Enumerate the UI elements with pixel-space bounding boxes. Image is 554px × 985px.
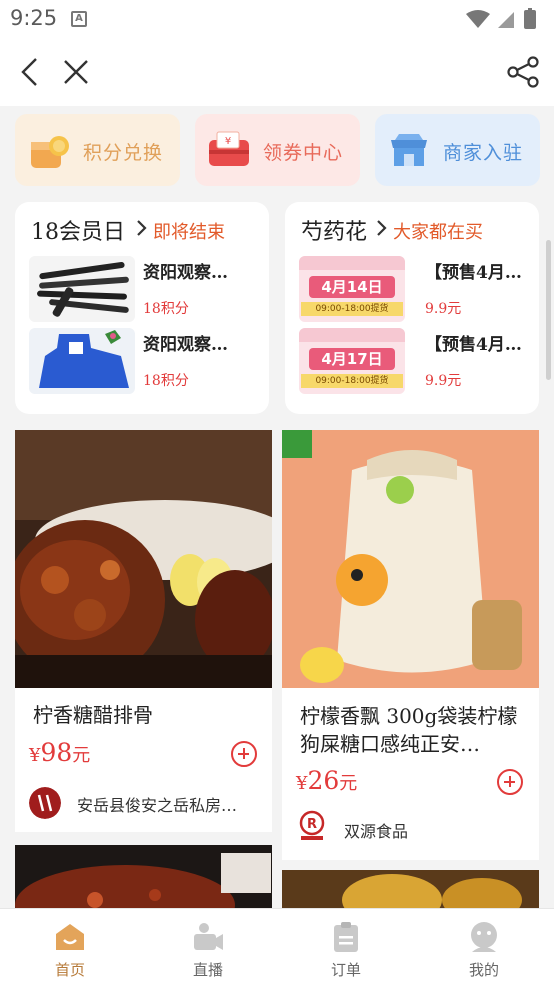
promo-item-name: 【预售4月… (425, 263, 522, 283)
merchant-join-label: 商家入驻 (443, 142, 524, 164)
product-title: 柠香糖醋排骨 (33, 703, 153, 727)
food-image-partial (15, 845, 272, 908)
currency: ¥ (29, 745, 41, 766)
back-icon[interactable] (12, 54, 48, 90)
promo-item-name: 资阳观察… (143, 335, 228, 355)
bottom-tab-bar: 首页 直播 订单 我的 (0, 908, 554, 985)
promo-item-price: 18积分 (143, 373, 189, 389)
tab-label: 直播 (192, 961, 223, 979)
promo-item-name: 【预售4月… (425, 335, 522, 355)
apron-image (29, 328, 135, 394)
shortcut-tiles: 积分兑换 ¥ 领券中心 商家入驻 (0, 106, 554, 198)
notification-icon: A (71, 11, 87, 27)
share-icon[interactable] (505, 54, 541, 90)
price-value: 26 (307, 766, 340, 795)
status-time: 9:25 (10, 6, 58, 30)
product-price: ¥98元 (29, 738, 90, 767)
shop-name: 双源食品 (344, 822, 409, 841)
shop-logo: R (299, 810, 325, 840)
gift-icon (31, 136, 69, 168)
promo-subtitle: 即将结束 (153, 222, 225, 243)
peony-poster-image: 4月14日 09:00-18:00提货 (299, 256, 405, 322)
coupon-center-tile[interactable]: ¥ 领券中心 (195, 114, 360, 186)
merchant-join-tile[interactable]: 商家入驻 (375, 114, 540, 186)
tab-profile[interactable]: 我的 (424, 909, 544, 985)
product-card-partial[interactable] (282, 870, 539, 908)
peony-card[interactable]: 芍药花 大家都在买 4月14日 09:00-18:00提货 【预售4月… 9.9… (285, 202, 539, 414)
member-day-card[interactable]: 18会员日 即将结束 资阳观察… 18积分 资阳观察… 18积分 (15, 202, 269, 414)
add-to-cart-button[interactable] (231, 741, 257, 767)
promo-item[interactable]: 资阳观察… 18积分 (29, 256, 251, 322)
poster-time: 09:00-18:00提货 (301, 374, 403, 388)
promo-item-price: 9.9元 (425, 301, 462, 317)
candy-bag-image (282, 430, 539, 688)
home-icon (56, 924, 84, 950)
poster-time: 09:00-18:00提货 (301, 302, 403, 316)
scrollbar[interactable] (546, 240, 551, 380)
status-bar: 9:25 A (0, 0, 554, 40)
promo-item[interactable]: 4月14日 09:00-18:00提货 【预售4月… 9.9元 (299, 256, 522, 322)
product-card[interactable]: 柠香糖醋排骨 ¥98元 安岳县俊安之岳私房… (15, 430, 272, 832)
price-unit: 元 (72, 745, 91, 766)
product-price: ¥26元 (296, 766, 357, 795)
currency: ¥ (296, 773, 308, 794)
product-card-partial[interactable] (15, 845, 272, 908)
coupon-icon: ¥ (209, 131, 249, 166)
system-status-icons (466, 8, 536, 29)
promo-item-price: 18积分 (143, 301, 189, 317)
promo-subtitle: 大家都在买 (393, 222, 483, 243)
tab-label: 我的 (468, 961, 499, 979)
product-title: 柠檬香飘 300g袋装柠檬狗屎糖口感纯正安… (300, 704, 518, 756)
promo-item-name: 资阳观察… (143, 263, 228, 283)
peony-poster-image: 4月17日 09:00-18:00提货 (299, 328, 405, 394)
poster-date: 4月14日 (309, 276, 395, 298)
add-to-cart-button[interactable] (497, 769, 523, 795)
shop-name: 安岳县俊安之岳私房… (77, 796, 238, 815)
promo-title: 18会员日 (31, 220, 125, 245)
nav-bar (0, 40, 554, 106)
points-exchange-label: 积分兑换 (83, 142, 164, 164)
points-exchange-tile[interactable]: 积分兑换 (15, 114, 180, 186)
price-value: 98 (40, 738, 73, 767)
shop-logo (29, 787, 61, 819)
promo-title: 芍药花 (301, 220, 368, 245)
food-image-partial (282, 870, 539, 908)
price-unit: 元 (339, 773, 358, 794)
promo-item-price: 9.9元 (425, 373, 462, 389)
profile-icon (471, 922, 497, 952)
promo-item[interactable]: 资阳观察… 18积分 (29, 328, 251, 394)
svg-text:R: R (307, 817, 317, 832)
poster-date: 4月17日 (309, 348, 395, 370)
tab-home[interactable]: 首页 (10, 909, 130, 985)
pens-image (29, 256, 135, 322)
live-icon (194, 923, 223, 950)
chevron-right-icon (377, 220, 387, 236)
tab-orders[interactable]: 订单 (286, 909, 406, 985)
promo-item[interactable]: 4月17日 09:00-18:00提货 【预售4月… 9.9元 (299, 328, 522, 394)
chevron-right-icon (137, 220, 147, 236)
close-icon[interactable] (58, 54, 94, 90)
pork-ribs-image (15, 430, 272, 688)
order-icon (334, 922, 358, 952)
tab-live[interactable]: 直播 (148, 909, 268, 985)
store-icon (391, 134, 427, 166)
tab-label: 订单 (330, 961, 361, 979)
coupon-center-label: 领券中心 (263, 142, 344, 164)
product-card[interactable]: 柠檬香飘 300g袋装柠檬狗屎糖口感纯正安… ¥26元 R 双源食品 (282, 430, 539, 860)
tab-label: 首页 (54, 961, 85, 979)
svg-text:¥: ¥ (225, 136, 231, 147)
